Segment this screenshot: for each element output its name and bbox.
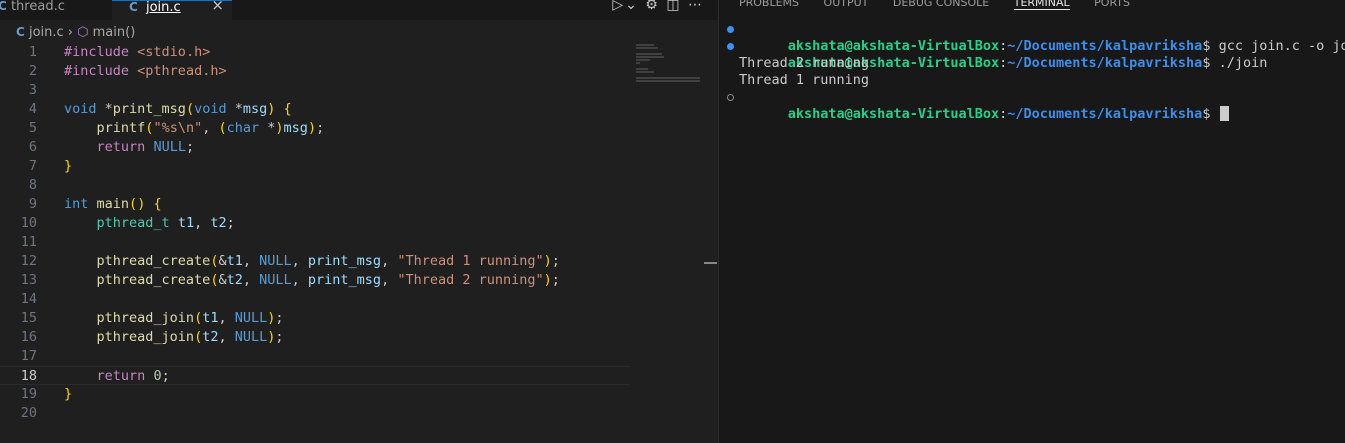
code-line[interactable]: 10 pthread_t t1, t2;: [0, 214, 630, 233]
line-number: 13: [20, 272, 37, 288]
line-number: 15: [20, 310, 37, 326]
code-line[interactable]: 17: [0, 347, 630, 366]
code-line[interactable]: 20: [0, 404, 630, 423]
code-line[interactable]: 15 pthread_join(t1, NULL);: [0, 309, 630, 328]
line-number: 4: [28, 101, 37, 117]
code-text: pthread_t t1, t2;: [96, 215, 235, 231]
code-line[interactable]: 5 printf("%s\n", (char *)msg);: [0, 119, 630, 138]
code-text: }: [64, 386, 73, 402]
code-line[interactable]: 6 return NULL;: [0, 138, 630, 157]
editor-actions: ▷⌄ ⚙ ◫ ⋯: [612, 0, 704, 13]
editor-tab-bar: C thread.c C join.c × ▷⌄ ⚙ ◫ ⋯: [0, 0, 718, 20]
code-text: int main() {: [64, 196, 162, 212]
prompt-user: akshata@akshata-VirtualBox: [787, 106, 1000, 122]
breadcrumb-symbol[interactable]: main(): [93, 25, 136, 40]
editor-area: C thread.c C join.c × ▷⌄ ⚙ ◫ ⋯ C join.c …: [0, 0, 718, 443]
code-text: return NULL;: [96, 139, 195, 155]
c-file-icon: C: [0, 0, 7, 13]
line-number: 17: [20, 348, 37, 364]
terminal-panel: PROBLEMS OUTPUT DEBUG CONSOLE TERMINAL P…: [719, 0, 1345, 443]
chevron-right-icon: ›: [67, 25, 73, 40]
terminal-command-line: akshata@akshata-VirtualBox:~/Documents/k…: [727, 38, 1345, 71]
line-number: 18: [20, 368, 37, 384]
tab-terminal[interactable]: TERMINAL: [1013, 0, 1070, 10]
code-line[interactable]: 13 pthread_create(&t2, NULL, print_msg, …: [0, 271, 630, 290]
command-pending-icon: [727, 94, 734, 101]
line-number: 5: [28, 120, 37, 136]
code-line[interactable]: 9 int main() {: [0, 195, 630, 214]
tab-output[interactable]: OUTPUT: [824, 0, 869, 9]
code-text: void *print_msg(void *msg) {: [64, 101, 292, 117]
code-line[interactable]: 2 #include <pthread.h>: [0, 62, 630, 81]
code-text: pthread_join(t1, NULL);: [96, 310, 284, 326]
tab-debug-console[interactable]: DEBUG CONSOLE: [893, 0, 989, 9]
close-icon[interactable]: ×: [211, 0, 224, 13]
code-text: return 0;: [96, 368, 170, 384]
tab-label: join.c: [145, 0, 181, 15]
line-number: 16: [20, 329, 37, 345]
command-success-icon[interactable]: [727, 43, 734, 50]
breadcrumb-file[interactable]: join.c: [29, 25, 64, 40]
code-line[interactable]: 19}: [0, 385, 630, 404]
code-text: pthread_create(&t1, NULL, print_msg, "Th…: [96, 253, 560, 269]
tab-label: thread.c: [10, 0, 65, 14]
code-line[interactable]: 18 return 0;: [0, 366, 630, 385]
line-number: 7: [28, 158, 37, 174]
code-text: printf("%s\n", (char *)msg);: [96, 120, 325, 136]
code-line[interactable]: 3: [0, 81, 630, 100]
code-editor[interactable]: 1 #include <stdio.h> 2 #include <pthread.h>…: [0, 43, 630, 423]
code-text: pthread_join(t2, NULL);: [96, 329, 284, 345]
terminal-output-line: Thread 1 running: [739, 72, 870, 88]
line-number: 2: [28, 63, 37, 79]
code-text: #include <pthread.h>: [64, 63, 227, 79]
c-file-icon: C: [16, 25, 25, 39]
line-number: 19: [20, 386, 37, 402]
command-success-icon[interactable]: [727, 26, 734, 33]
line-number: 6: [28, 139, 37, 155]
code-text: pthread_create(&t2, NULL, print_msg, "Th…: [96, 272, 560, 288]
split-editor-icon[interactable]: ◫: [666, 0, 681, 13]
gear-icon[interactable]: ⚙: [645, 0, 660, 13]
line-number: 20: [20, 405, 37, 421]
code-line[interactable]: 16 pthread_join(t2, NULL);: [0, 328, 630, 347]
code-line[interactable]: 7}: [0, 157, 630, 176]
line-number: 8: [28, 177, 37, 193]
terminal-output[interactable]: akshata@akshata-VirtualBox:~/Documents/k…: [727, 21, 1345, 122]
tab-problems[interactable]: PROBLEMS: [739, 0, 799, 9]
line-number: 3: [28, 82, 37, 98]
c-file-icon: C: [129, 0, 138, 14]
code-line[interactable]: 4 void *print_msg(void *msg) {: [0, 100, 630, 119]
more-icon[interactable]: ⋯: [688, 0, 704, 13]
code-text: }: [64, 158, 73, 174]
line-number: 11: [20, 234, 37, 250]
minimap[interactable]: [636, 44, 706, 84]
line-number: 1: [28, 44, 37, 60]
symbol-method-icon: ⬡: [77, 25, 89, 40]
code-text: #include <stdio.h>: [64, 44, 211, 60]
breadcrumb: C join.c › ⬡ main(): [16, 25, 135, 40]
panel-tabs: PROBLEMS OUTPUT DEBUG CONSOLE TERMINAL P…: [739, 0, 1151, 10]
run-debug-icon[interactable]: ▷⌄: [612, 0, 639, 13]
scroll-indicator[interactable]: [704, 262, 717, 264]
prompt-path: ~/Documents/kalpavriksha: [1007, 106, 1203, 122]
code-line[interactable]: 1 #include <stdio.h>: [0, 43, 630, 62]
line-number: 14: [20, 291, 37, 307]
code-line[interactable]: 8: [0, 176, 630, 195]
terminal-command-line: akshata@akshata-VirtualBox:~/Documents/k…: [727, 21, 1345, 54]
tab-join-c[interactable]: C join.c ×: [112, 0, 232, 20]
code-line[interactable]: 12 pthread_create(&t1, NULL, print_msg, …: [0, 252, 630, 271]
terminal-cursor: [1219, 106, 1229, 121]
tab-thread-c[interactable]: C thread.c: [0, 0, 110, 20]
line-number: 9: [28, 196, 37, 212]
terminal-output-line: Thread 2 running: [739, 55, 870, 71]
line-number: 10: [20, 215, 37, 231]
code-line[interactable]: 14: [0, 290, 630, 309]
terminal-prompt-line: akshata@akshata-VirtualBox:~/Documents/k…: [727, 89, 1345, 122]
line-number: 12: [20, 253, 37, 269]
code-line[interactable]: 11: [0, 233, 630, 252]
tab-ports[interactable]: PORTS: [1094, 0, 1130, 9]
